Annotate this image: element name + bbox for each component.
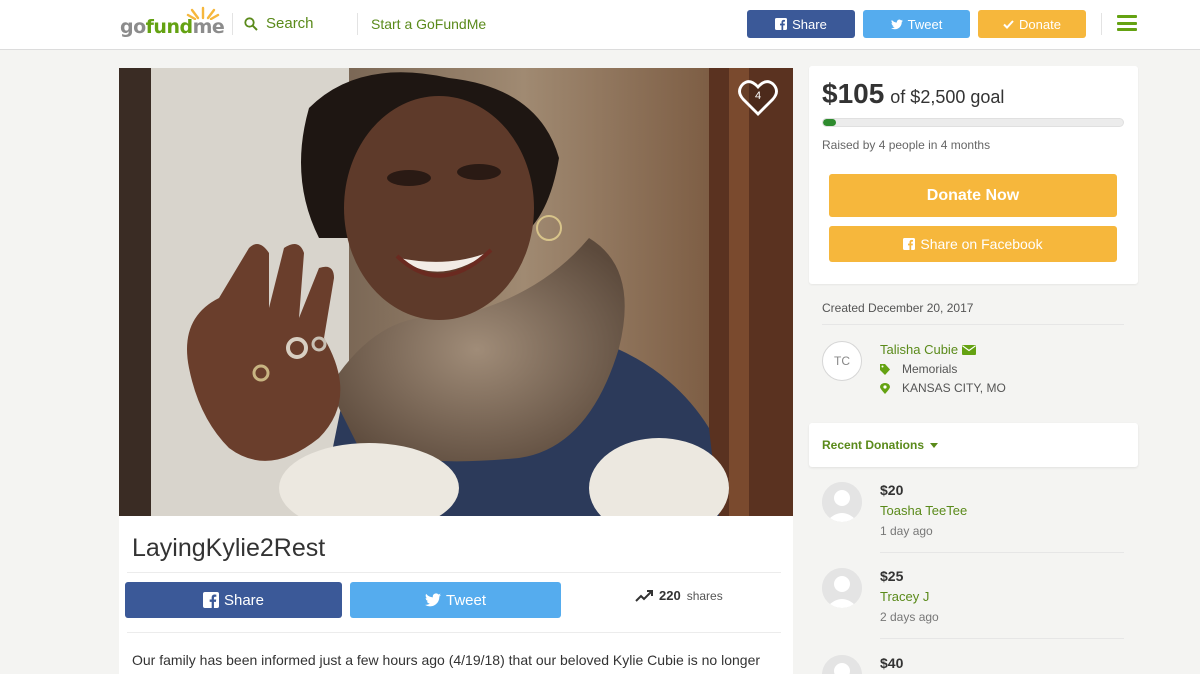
person-icon: [822, 655, 862, 674]
divider: [127, 632, 781, 633]
header-donate-label: Donate: [1019, 16, 1061, 32]
campaign-photo: [119, 68, 793, 516]
header-share-button[interactable]: Share: [747, 10, 855, 38]
facebook-icon: [202, 592, 219, 608]
goal-text: of $2,500 goal: [890, 87, 1005, 107]
tag-icon: [880, 363, 890, 375]
location-label: KANSAS CITY, MO: [902, 381, 1006, 395]
header-donate-button[interactable]: Donate: [978, 10, 1086, 38]
heart-count: 4: [754, 90, 762, 102]
donation-amount: $25: [880, 568, 904, 584]
twitter-icon: [424, 593, 441, 607]
person-icon: [822, 482, 862, 522]
search-label: Search: [266, 15, 314, 32]
shares-number: 220: [659, 588, 681, 603]
donor-name: Tracey J: [880, 589, 930, 604]
recent-donations-label: Recent Donations: [822, 438, 939, 452]
donor-name: Toasha TeeTee: [880, 503, 968, 518]
person-icon: [822, 568, 862, 608]
recent-donations-text: Recent Donations: [822, 438, 925, 452]
campaign-tweet-button[interactable]: Tweet: [350, 582, 561, 618]
share-on-facebook-button[interactable]: Share on Facebook: [829, 226, 1117, 262]
donate-now-button[interactable]: Donate Now: [829, 174, 1117, 217]
envelope-icon[interactable]: [962, 344, 977, 355]
organizer-category: Memorials: [880, 362, 957, 376]
logo-wordmark: gofundme: [120, 16, 225, 38]
site-header: gofundme Search Start a GoFundMe Share T…: [0, 0, 1200, 50]
donation-amount: $20: [880, 482, 904, 498]
organizer-location: KANSAS CITY, MO: [880, 381, 1006, 395]
organizer-avatar: TC: [822, 341, 862, 381]
donation-summary-card: $105 of $2,500 goal Raised by 4 people i…: [809, 66, 1138, 284]
shares-count: 220 shares: [635, 588, 723, 603]
category-label: Memorials: [902, 362, 958, 376]
header-divider: [1101, 13, 1102, 35]
header-tweet-button[interactable]: Tweet: [863, 10, 970, 38]
divider: [822, 324, 1124, 325]
header-share-label: Share: [792, 16, 827, 32]
donation-time: 1 day ago: [880, 524, 933, 538]
search-icon: [244, 16, 258, 31]
created-date: Created December 20, 2017: [822, 301, 974, 315]
campaign-share-button[interactable]: Share: [125, 582, 342, 618]
shares-label: shares: [686, 588, 723, 603]
organizer-name-link[interactable]: Talisha Cubie: [880, 342, 977, 357]
header-divider: [232, 13, 233, 35]
raised-value: $105: [822, 78, 885, 109]
organizer-name: Talisha Cubie: [880, 342, 959, 357]
favorite-heart-button[interactable]: 4: [738, 79, 778, 117]
donation-item: $25 Tracey J 2 days ago: [822, 568, 1124, 648]
divider: [880, 638, 1124, 639]
recent-donations-toggle[interactable]: Recent Donations: [809, 423, 1138, 467]
campaign-title: LayingKylie2Rest: [132, 534, 326, 562]
raised-by-text: Raised by 4 people in 4 months: [822, 138, 991, 152]
donation-time: 2 days ago: [880, 610, 939, 624]
campaign-story: Our family has been informed just a few …: [132, 652, 761, 668]
divider: [880, 552, 1124, 553]
start-gofundme-link[interactable]: Start a GoFundMe: [371, 16, 486, 32]
progress-bar: [822, 118, 1124, 127]
trending-up-icon: [635, 589, 653, 602]
facebook-icon: [775, 18, 788, 30]
campaign-card: LayingKylie2Rest Share Tweet 220 shares …: [119, 516, 793, 674]
chevron-down-icon: [930, 442, 939, 448]
donor-avatar: [822, 482, 862, 522]
campaign-share-label: Share: [223, 591, 265, 609]
share-on-facebook-label: Share on Facebook: [920, 236, 1043, 252]
map-pin-icon: [880, 382, 890, 394]
hamburger-menu-icon[interactable]: [1117, 15, 1137, 31]
donor-avatar: [822, 568, 862, 608]
gofundme-logo[interactable]: gofundme: [120, 6, 225, 38]
donation-amount: $40: [880, 655, 904, 671]
donor-avatar: [822, 655, 862, 674]
header-tweet-label: Tweet: [907, 16, 943, 32]
search-link[interactable]: Search: [244, 15, 314, 32]
facebook-icon: [903, 238, 916, 250]
campaign-tweet-label: Tweet: [445, 591, 487, 609]
progress-fill: [823, 119, 836, 126]
divider: [127, 572, 781, 573]
raised-amount: $105 of $2,500 goal: [822, 78, 1004, 110]
header-divider: [357, 13, 358, 35]
check-icon: [1003, 19, 1014, 29]
donation-item: $40: [822, 655, 1124, 674]
campaign-photo-illustration: [119, 68, 793, 516]
donation-item: $20 Toasha TeeTee 1 day ago: [822, 482, 1124, 562]
twitter-icon: [890, 19, 903, 29]
